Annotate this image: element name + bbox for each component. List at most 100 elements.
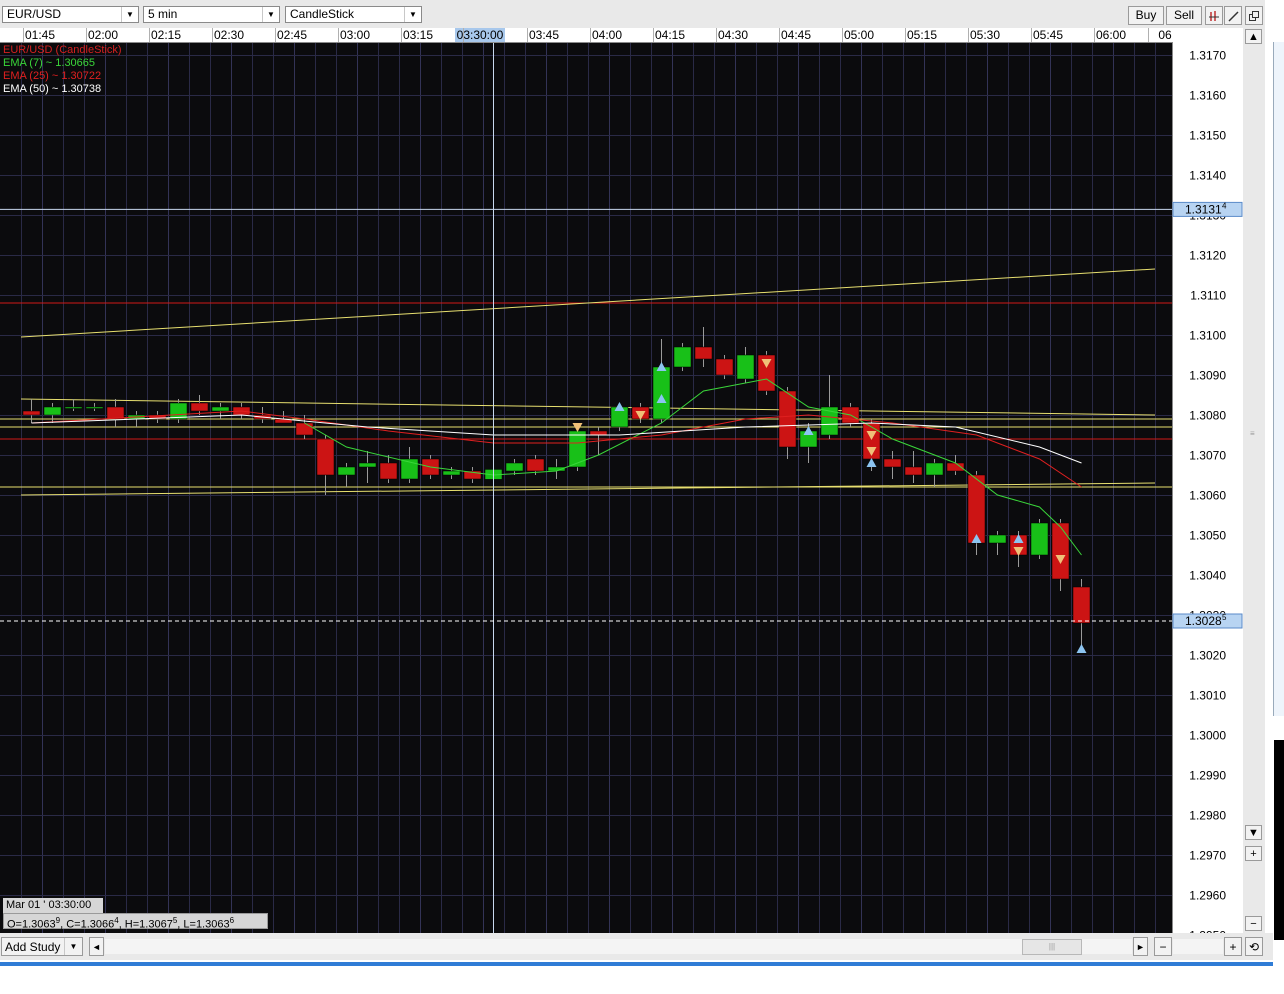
draw-line-button[interactable] (1224, 6, 1242, 25)
price-tick-label: 1.2990 (1189, 769, 1226, 783)
zoom-out-time-button[interactable]: − (1154, 937, 1172, 956)
candle-body-up (505, 462, 524, 472)
time-tick-label: 04:45 (781, 28, 811, 42)
ohlc-value: 1.3063 (21, 918, 56, 931)
candle (673, 343, 692, 371)
scroll-down-button[interactable]: ▼ (1245, 825, 1262, 840)
time-tick-label: 02:00 (88, 28, 118, 42)
candle-body-up (652, 366, 671, 420)
plus-icon: + (1229, 939, 1237, 954)
pencil-icon (1228, 10, 1239, 22)
price-tick-label: 1.3020 (1189, 649, 1226, 663)
sell-button[interactable]: Sell (1166, 6, 1202, 25)
ohlc-key: , L= (177, 918, 196, 931)
price-tick-label: 1.2970 (1189, 849, 1226, 863)
price-tick-label: 1.3170 (1189, 49, 1226, 63)
interval-select[interactable]: 5 min ▼ (143, 6, 280, 23)
chevron-down-icon[interactable]: ▼ (121, 7, 138, 22)
minus-icon: − (1250, 917, 1257, 930)
popout-button[interactable] (1245, 6, 1263, 25)
chart-type-select[interactable]: CandleStick ▼ (285, 6, 422, 23)
ohlc-key: O= (7, 918, 22, 931)
symbol-value: EUR/USD (7, 7, 62, 21)
interval-value: 5 min (148, 7, 178, 21)
plot-background[interactable] (0, 28, 1172, 933)
zoom-out-price-button[interactable]: − (1245, 916, 1262, 931)
horizontal-scroll-track[interactable]: ||| (105, 939, 1132, 955)
ohlc-value: 1.3063 (195, 918, 230, 931)
crosshair-price-badge: 1.3131 4 (1172, 201, 1243, 217)
scroll-left-button[interactable]: ◄ (89, 937, 104, 956)
ohlc-key: , C= (60, 918, 81, 931)
refresh-icon: ⟲ (1248, 939, 1260, 954)
info-ohlc: O=1.30639, C=1.30664, H=1.30675, L=1.306… (3, 913, 268, 931)
zoom-slider[interactable] (1173, 939, 1223, 954)
reset-view-button[interactable]: ⟲ (1245, 937, 1263, 956)
ohlc-pip: 6 (229, 916, 235, 925)
scroll-grip-icon[interactable]: ≡ (1250, 429, 1258, 438)
candle-body-up (358, 462, 377, 468)
time-tick-label: 05:30 (970, 28, 1000, 42)
candle-body-down (295, 422, 314, 436)
time-tick-label: 03:15 (403, 28, 433, 42)
ohlc-key: , H= (118, 918, 140, 931)
candle-body-down (694, 346, 713, 360)
candle-body-down (316, 438, 335, 476)
status-strip (0, 962, 1273, 966)
time-tick-label: 06:00 (1096, 28, 1126, 42)
candlestick-chart[interactable]: 1.31701.31601.31501.31401.31301.31201.31… (0, 28, 1243, 933)
scroll-up-button[interactable]: ▲ (1245, 29, 1262, 44)
candle-body-up (736, 354, 755, 380)
price-tick-label: 1.3100 (1189, 329, 1226, 343)
buy-button[interactable]: Buy (1128, 6, 1164, 25)
price-tick-label: 1.2960 (1189, 889, 1226, 903)
crosshair-price-badge-superscript: 4 (1222, 201, 1227, 210)
last-price-badge-superscript: 5 (1222, 613, 1227, 622)
candle-body-up (85, 406, 104, 409)
candle-body-down (883, 458, 902, 468)
chevron-down-icon[interactable]: ▼ (404, 7, 421, 22)
scroll-right-button[interactable]: ► (1133, 937, 1148, 956)
time-tick-label: 04:00 (592, 28, 622, 42)
candle-body-down (904, 466, 923, 476)
add-study-button[interactable]: Add Study ▼ (1, 937, 83, 956)
crosshair-tool-button[interactable] (1205, 6, 1223, 25)
candle-body-down (1051, 522, 1070, 580)
time-tick-label: 05:45 (1033, 28, 1063, 42)
arrow-down-icon: ▼ (1248, 826, 1259, 839)
arrow-up-icon: ▲ (1248, 30, 1259, 43)
price-tick-label: 1.3090 (1189, 369, 1226, 383)
minus-icon: − (1159, 939, 1167, 954)
symbol-select[interactable]: EUR/USD ▼ (2, 6, 139, 23)
price-tick-label: 1.2980 (1189, 809, 1226, 823)
legend-entry: EMA (25) ~ 1.30722 (3, 70, 102, 82)
chevron-down-icon[interactable]: ▼ (262, 7, 279, 22)
legend-entry: EMA (7) ~ 1.30665 (3, 57, 96, 69)
time-tick-label: 02:30 (214, 28, 244, 42)
zoom-in-time-button[interactable]: + (1224, 937, 1242, 956)
zoom-in-price-button[interactable]: + (1245, 846, 1262, 861)
candle-body-down (589, 430, 608, 436)
time-tick-label: 03:30:00 (457, 28, 504, 42)
time-tick-label: 01:45 (25, 28, 55, 42)
arrow-left-icon: ◄ (92, 941, 101, 952)
time-tick-label: 04:15 (655, 28, 685, 42)
chevron-down-icon[interactable]: ▼ (64, 938, 82, 955)
candle-info-box: Mar 01 ' 03:30:00 O=1.30639, C=1.30664, … (3, 898, 268, 931)
price-tick-label: 1.3160 (1189, 89, 1226, 103)
candle-body-down (190, 402, 209, 412)
candle-body-up (1030, 522, 1049, 556)
price-axis-background[interactable] (1172, 28, 1243, 933)
candle-body-up (925, 462, 944, 476)
horizontal-scroll-thumb[interactable]: ||| (1022, 939, 1082, 955)
price-tick-label: 1.3140 (1189, 169, 1226, 183)
price-tick-label: 1.3080 (1189, 409, 1226, 423)
popout-icon (1249, 10, 1259, 21)
ohlc-value: 1.3066 (80, 918, 115, 931)
time-tick-label: 02:45 (277, 28, 307, 42)
candle (757, 351, 776, 395)
last-price-badge-label: 1.3028 (1185, 614, 1222, 628)
candle-body-down (526, 458, 545, 472)
time-tick-label: 02:15 (151, 28, 181, 42)
vertical-scrollbar[interactable]: ▲ ≡ ▼ + − (1243, 28, 1265, 933)
